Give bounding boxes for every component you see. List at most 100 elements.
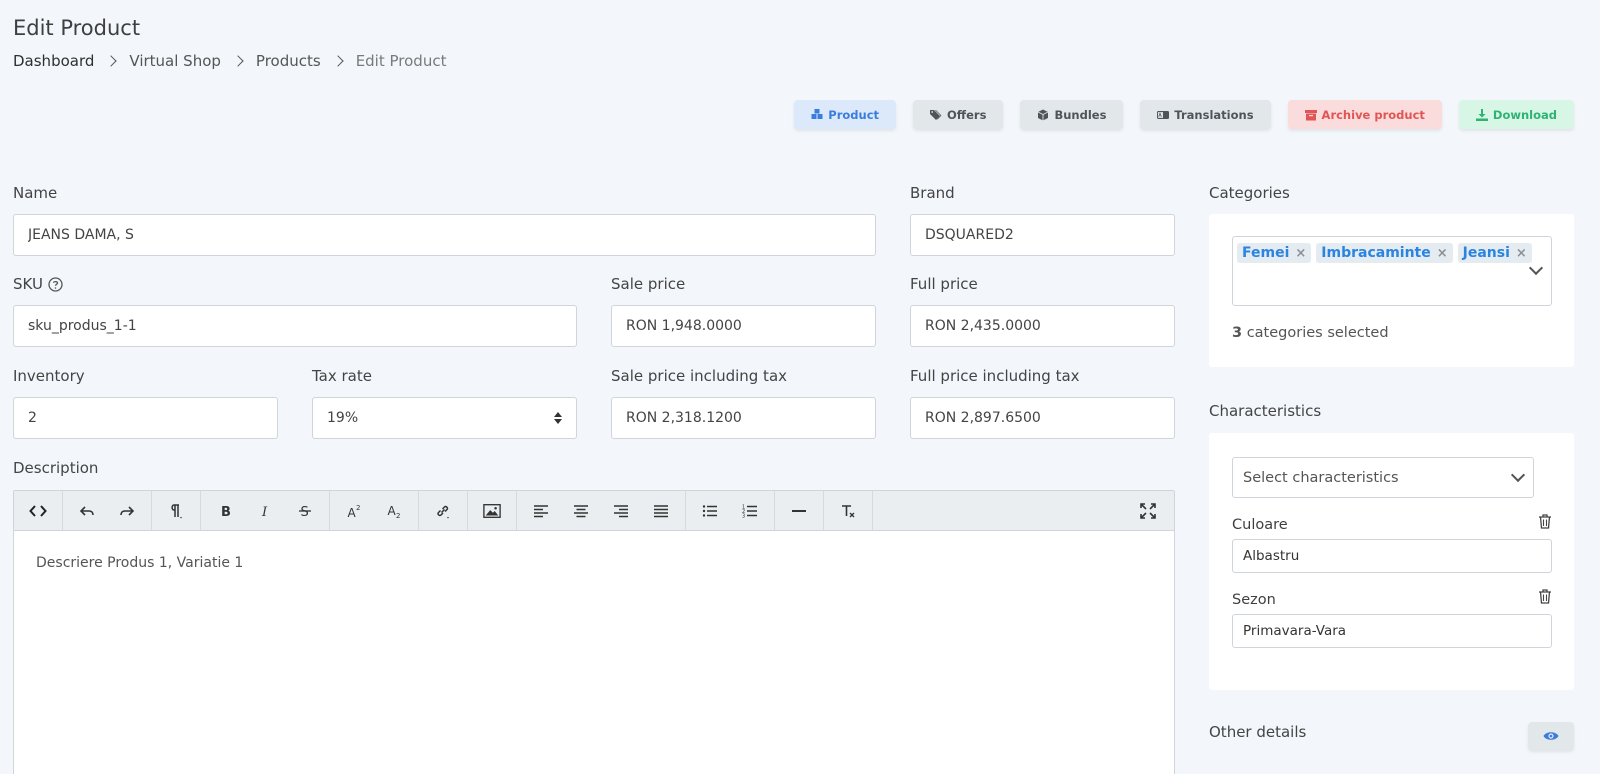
breadcrumb-current: Edit Product [355,52,447,70]
sku-input[interactable] [13,305,577,347]
characteristics-select-placeholder: Select characteristics [1243,469,1399,486]
redo-icon[interactable] [107,491,147,530]
translations-button[interactable]: Translations [1140,100,1271,129]
sale-price-tax-input[interactable] [611,397,876,439]
product-button[interactable]: Product [794,100,897,129]
sale-price-input[interactable] [611,305,876,347]
boxes-icon [811,108,823,119]
svg-text:B: B [221,505,231,520]
remove-tag-icon[interactable]: × [1516,246,1527,261]
image-icon[interactable] [472,491,512,530]
categories-count-number: 3 [1232,325,1243,341]
cube-icon [1038,109,1049,120]
undo-icon[interactable] [67,491,107,530]
editor-content[interactable]: Descriere Produs 1, Variatie 1 [14,531,1174,595]
categories-title: Categories [1209,184,1290,202]
chevron-down-icon [1510,467,1526,483]
trash-icon[interactable] [1538,514,1552,533]
remove-tag-icon[interactable]: × [1295,246,1306,261]
bundles-button-label: Bundles [1054,107,1107,122]
tax-rate-select[interactable]: 19% [312,397,577,439]
chevron-down-icon[interactable] [1528,260,1544,276]
category-tag-label: Jeansi [1462,245,1510,261]
bundles-button[interactable]: Bundles [1020,100,1124,129]
archive-product-button-label: Archive product [1321,107,1425,122]
sale-price-label: Sale price [611,275,686,293]
chevron-right-icon [332,55,344,67]
category-tag: Femei × [1237,243,1312,263]
link-icon[interactable] [423,491,463,530]
name-label: Name [13,184,58,202]
italic-icon[interactable]: I [245,491,285,530]
download-button-label: Download [1492,107,1557,122]
horizontal-rule-icon[interactable] [779,491,819,530]
inventory-input[interactable] [13,397,278,439]
paragraph-format-icon[interactable] [156,491,196,530]
svg-text:3: 3 [742,513,745,519]
download-button[interactable]: Download [1458,100,1574,129]
sale-price-tax-label: Sale price including tax [611,367,788,385]
trash-icon[interactable] [1538,589,1552,608]
full-price-tax-input[interactable] [910,397,1175,439]
categories-multiselect[interactable]: Femei × Imbracaminte × Jeansi × [1232,236,1552,306]
svg-text:2: 2 [396,512,400,520]
category-tag-label: Femei [1242,245,1290,261]
breadcrumb: Dashboard Virtual Shop Products Edit Pro… [13,52,446,70]
bullet-list-icon[interactable] [690,491,730,530]
bold-icon[interactable]: B [205,491,245,530]
svg-text:S: S [301,505,309,520]
full-price-input[interactable] [910,305,1175,347]
characteristic-label-culoare: Culoare [1232,517,1288,533]
characteristic-value-culoare[interactable]: Albastru [1232,539,1552,573]
sort-arrows-icon [554,412,562,424]
subscript-icon[interactable]: A2 [374,491,414,530]
sku-label-wrap: SKU [13,275,63,293]
categories-tags: Femei × Imbracaminte × Jeansi × [1237,243,1537,263]
categories-count-suffix: categories selected [1246,325,1389,341]
categories-count: 3 categories selected [1232,325,1389,341]
action-bar: Product Offers Bundles Translations Arch… [794,100,1574,129]
offers-button[interactable]: Offers [913,100,1004,129]
category-tag: Imbracaminte × [1316,243,1453,263]
offers-button-label: Offers [947,107,987,122]
full-price-label: Full price [910,275,978,293]
description-label: Description [13,459,99,477]
help-icon[interactable] [48,276,63,292]
category-tag-label: Imbracaminte [1321,245,1431,261]
clear-format-icon[interactable] [828,491,868,530]
characteristics-title: Characteristics [1209,402,1322,420]
characteristics-select[interactable]: Select characteristics [1232,457,1534,498]
other-details-title: Other details [1209,723,1307,741]
fullscreen-icon[interactable] [1128,491,1168,530]
brand-input[interactable] [910,214,1175,256]
characteristic-label-sezon: Sezon [1232,592,1276,608]
numbered-list-icon[interactable]: 123 [730,491,770,530]
align-justify-icon[interactable] [641,491,681,530]
characteristic-value-sezon[interactable]: Primavara-Vara [1232,614,1552,648]
name-input[interactable] [13,214,876,256]
chevron-right-icon [232,55,244,67]
description-editor: B I S A2 A2 123 Descriere Produs 1, Vari… [13,490,1175,774]
breadcrumb-products[interactable]: Products [256,52,321,70]
align-right-icon[interactable] [601,491,641,530]
align-center-icon[interactable] [561,491,601,530]
strikethrough-icon[interactable]: S [285,491,325,530]
breadcrumb-virtual-shop[interactable]: Virtual Shop [129,52,221,70]
superscript-icon[interactable]: A2 [334,491,374,530]
brand-label: Brand [910,184,955,202]
chevron-right-icon [105,55,118,67]
tags-icon [930,109,942,120]
svg-text:2: 2 [356,504,360,512]
align-left-icon[interactable] [521,491,561,530]
archive-product-button[interactable]: Archive product [1287,100,1442,129]
editor-toolbar: B I S A2 A2 123 [14,491,1174,531]
toggle-visibility-button[interactable] [1528,722,1574,750]
page-title: Edit Product [13,16,141,40]
product-button-label: Product [828,107,880,122]
translations-button-label: Translations [1174,107,1254,122]
code-view-icon[interactable] [18,491,58,530]
download-icon [1475,108,1488,121]
remove-tag-icon[interactable]: × [1437,246,1448,261]
tax-rate-label: Tax rate [312,367,372,385]
breadcrumb-dashboard[interactable]: Dashboard [13,52,94,70]
